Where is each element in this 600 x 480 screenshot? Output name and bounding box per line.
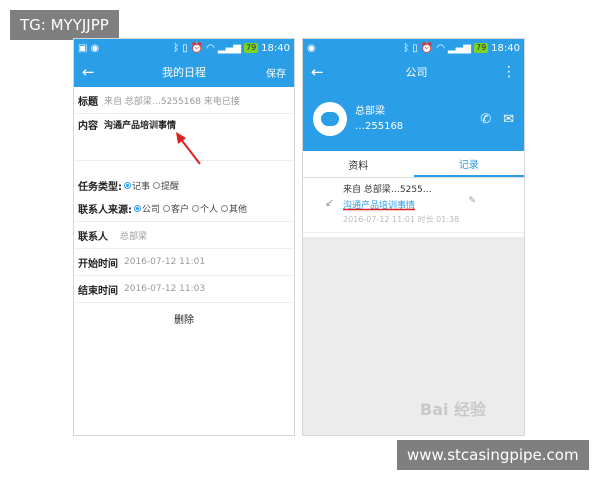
avatar [313,102,347,136]
clock: 18:40 [261,42,290,54]
image-icon: ▣ [78,42,88,54]
app-bar: ← 公司 ⋮ [303,57,524,87]
vibrate-icon: ▯ [182,42,188,54]
page-title: 公司 [405,66,428,79]
phone-company-screen: ◉ ᛒ ▯ ⏰ ◠ ▂▄▆ 79 18:40 ← 公司 ⋮ 总部梁 …25516… [302,38,525,436]
battery-icon: 79 [473,43,489,53]
back-arrow-icon[interactable]: ← [82,63,102,81]
radio-customer[interactable]: 客户 [163,202,189,215]
start-time-label: 开始时间 [78,258,118,270]
task-type-label: 任务类型: [78,181,122,193]
app-bar: ← 我的日程 保存 [74,57,294,87]
radio-unchecked-icon [163,204,171,212]
clock: 18:40 [491,42,520,54]
subject-row[interactable]: 标题 来自 总部梁…5255168 来电已接 [74,87,294,114]
tab-profile[interactable]: 资料 [303,151,414,177]
radio-reminder[interactable]: 提醒 [153,179,179,192]
wifi-icon: ◠ [206,42,215,54]
signal-icon: ▂▄▆ [447,42,471,54]
content-label: 内容 [78,120,98,132]
phone-icon[interactable]: ✆ [480,112,491,127]
list-item[interactable]: ↙ 来自 总部梁…5255… 沟通产品培训事情 2016-07-12 11:01… [303,178,524,233]
radio-personal[interactable]: 个人 [192,202,218,215]
end-time-label: 结束时间 [78,285,118,297]
end-time-value: 2016-07-12 11:03 [124,284,206,294]
chat-icon: ◉ [90,42,100,54]
status-bar: ▣ ◉ ᛒ ▯ ⏰ ◠ ▂▄▆ 79 18:40 [74,39,294,57]
subject-label: 标题 [78,96,98,108]
end-time-row[interactable]: 结束时间 2016-07-12 11:03 [74,276,294,303]
radio-checked-icon [134,204,141,212]
contact-source-label: 联系人来源: [78,204,132,216]
radio-unchecked-icon [153,181,161,189]
signal-icon: ▂▄▆ [217,42,241,54]
incoming-call-icon: ↙ [325,196,335,209]
chat-icon: ◉ [307,42,316,54]
radio-note[interactable]: 记事 [124,179,150,192]
content-field[interactable]: 内容 沟通产品培训事情 [74,114,294,165]
message-icon[interactable]: ✉ [503,112,514,127]
wifi-icon: ◠ [436,42,445,54]
radio-company[interactable]: 公司 [134,202,160,215]
subject-value: 来自 总部梁…5255168 来电已接 [104,96,240,107]
bluetooth-icon: ᛒ [173,42,180,54]
pen-icon[interactable]: ✎ [468,196,476,206]
page-title: 我的日程 [162,66,206,79]
start-time-value: 2016-07-12 11:01 [124,257,206,267]
back-arrow-icon[interactable]: ← [311,63,331,81]
status-bar: ◉ ᛒ ▯ ⏰ ◠ ▂▄▆ 79 18:40 [303,39,524,57]
tab-records[interactable]: 记录 [413,151,524,177]
alarm-icon: ⏰ [190,42,204,54]
contact-value: 总部梁 [120,231,148,242]
chat-bubble-icon [321,112,339,126]
radio-checked-icon [124,181,131,189]
empty-area [303,237,524,435]
record-time: 2016-07-12 11:01 时长 01:38 [343,215,460,224]
red-arrow-annotation [176,132,201,165]
contact-source-row: 联系人来源: 公司 客户 个人 其他 [74,195,294,222]
content-value: 沟通产品培训事情 [104,120,177,131]
battery-icon: 79 [243,43,259,53]
phone-schedule-screen: ▣ ◉ ᛒ ▯ ⏰ ◠ ▂▄▆ 79 18:40 ← 我的日程 保存 标题 来自… [73,38,295,436]
task-type-row: 任务类型: 记事 提醒 [74,175,294,195]
start-time-row[interactable]: 开始时间 2016-07-12 11:01 [74,249,294,276]
contact-label: 联系人 [78,231,108,243]
alarm-icon: ⏰ [420,42,434,54]
contact-name: 总部梁 [355,106,385,117]
bottom-right-tag: www.stcasingpipe.com [397,440,589,470]
record-source: 来自 总部梁…5255… [343,185,432,195]
top-left-tag: TG: MYYJJPP [10,10,119,40]
radio-other[interactable]: 其他 [221,202,247,215]
contact-phone: …255168 [355,121,404,132]
more-vert-icon[interactable]: ⋮ [502,64,516,80]
radio-unchecked-icon [221,204,229,212]
contact-row[interactable]: 联系人 总部梁 [74,222,294,249]
tab-bar: 资料 记录 [303,151,524,178]
contact-profile: 总部梁 …255168 ✆ ✉ [303,87,524,151]
vibrate-icon: ▯ [412,42,418,54]
red-underline-annotation [343,208,415,211]
delete-button[interactable]: 删除 [74,311,294,326]
radio-unchecked-icon [192,204,200,212]
bluetooth-icon: ᛒ [403,42,410,54]
watermark: Bai 经验 [420,400,487,419]
save-button[interactable]: 保存 [266,65,286,80]
